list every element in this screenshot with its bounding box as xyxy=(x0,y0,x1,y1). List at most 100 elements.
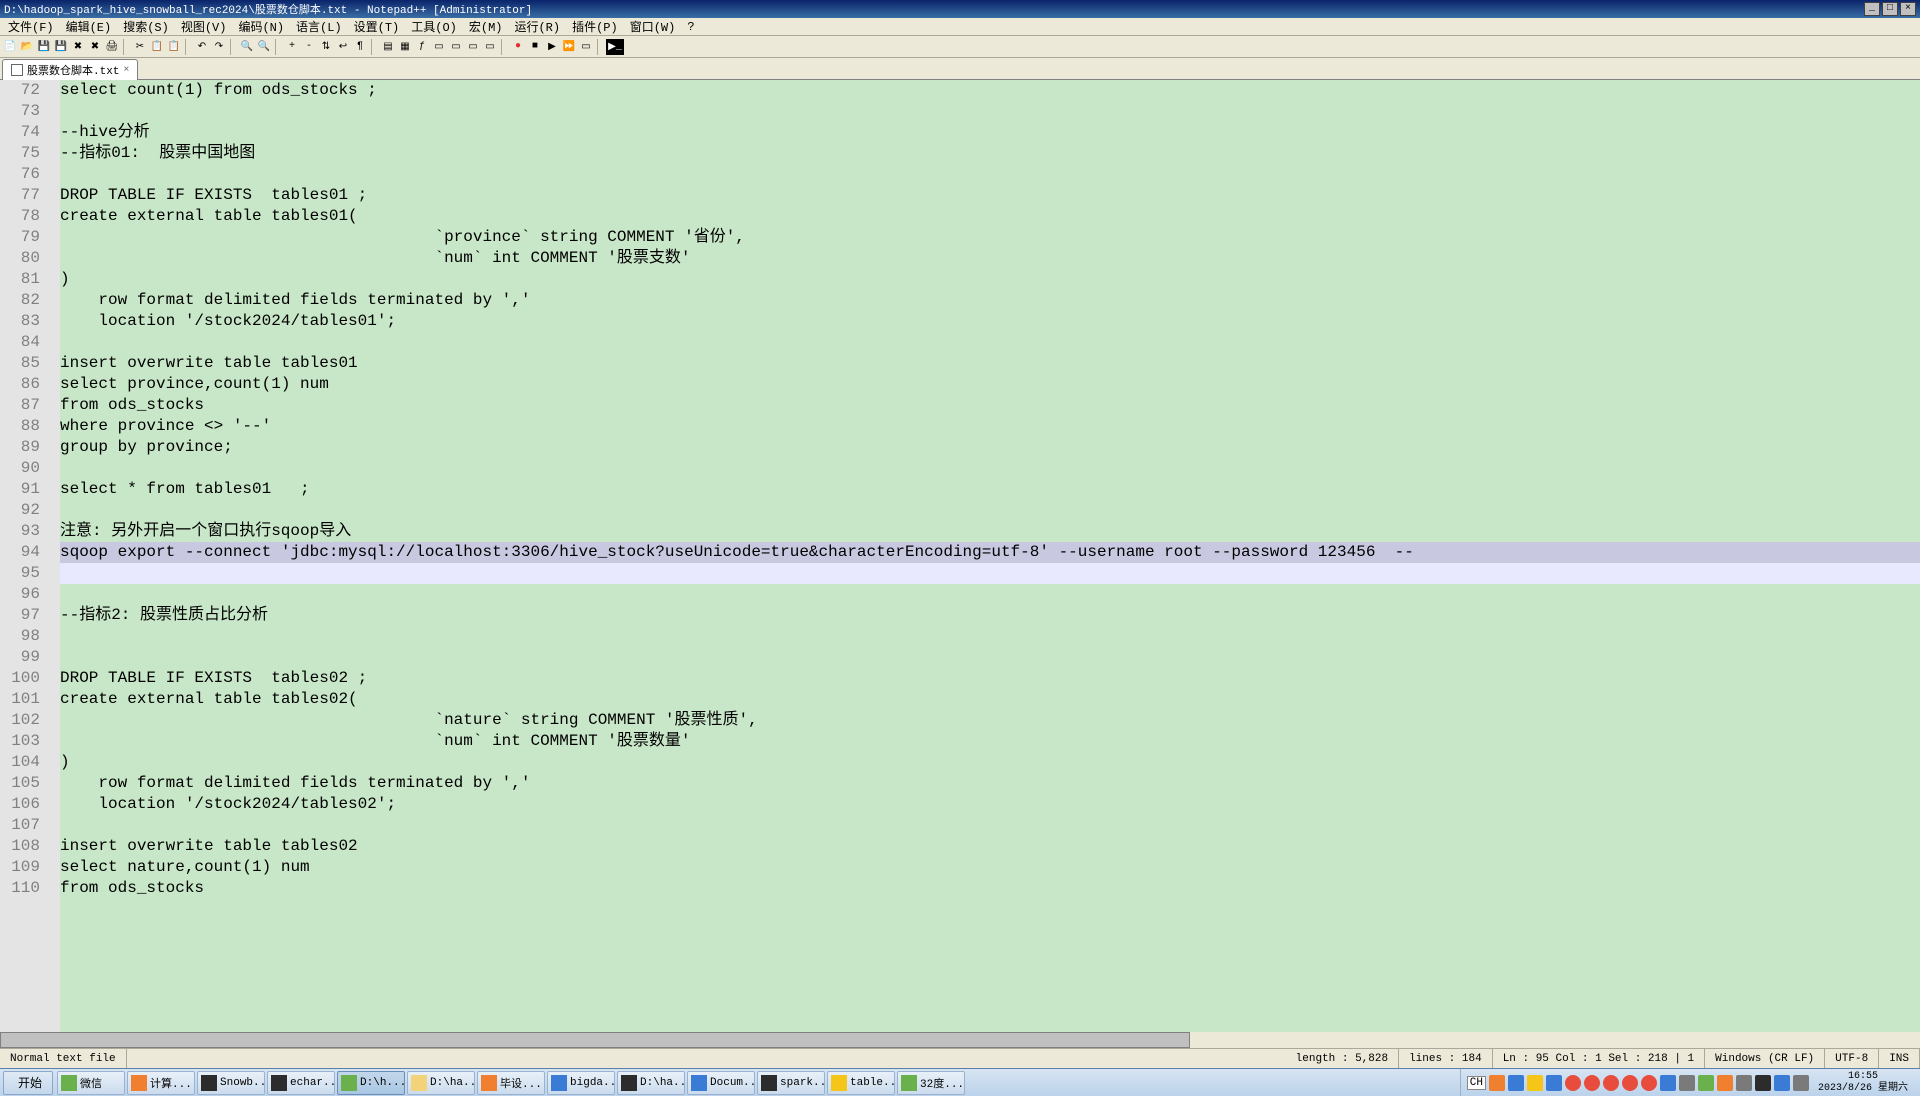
tray-icon[interactable] xyxy=(1736,1075,1752,1091)
show-chars-icon[interactable]: ¶ xyxy=(352,39,368,55)
tray-icon[interactable] xyxy=(1774,1075,1790,1091)
tray-qq-icon[interactable] xyxy=(1603,1075,1619,1091)
code-line[interactable] xyxy=(60,500,1920,521)
code-line[interactable]: row format delimited fields terminated b… xyxy=(60,290,1920,311)
close-all-icon[interactable]: ✖ xyxy=(87,39,103,55)
code-line[interactable]: group by province; xyxy=(60,437,1920,458)
code-line[interactable]: select * from tables01 ; xyxy=(60,479,1920,500)
taskbar-button[interactable]: echar... xyxy=(267,1071,335,1095)
code-line[interactable] xyxy=(60,101,1920,122)
start-button[interactable]: 开始 xyxy=(3,1071,53,1095)
code-line[interactable]: select nature,count(1) num xyxy=(60,857,1920,878)
tray-icon[interactable] xyxy=(1546,1075,1562,1091)
code-line[interactable] xyxy=(60,626,1920,647)
tray-icon[interactable] xyxy=(1698,1075,1714,1091)
sync-scroll-icon[interactable]: ⇅ xyxy=(318,39,334,55)
play-multi-icon[interactable]: ⏩ xyxy=(561,39,577,55)
code-line[interactable]: from ods_stocks xyxy=(60,395,1920,416)
text-editor[interactable]: select count(1) from ods_stocks ;--hive分… xyxy=(60,80,1920,1032)
menu-item[interactable]: 编辑(E) xyxy=(60,18,118,35)
taskbar-button[interactable]: 毕设... xyxy=(477,1071,545,1095)
doc-map-icon[interactable]: ▭ xyxy=(431,39,447,55)
undo-icon[interactable]: ↶ xyxy=(194,39,210,55)
horizontal-scrollbar[interactable] xyxy=(0,1032,1920,1048)
code-line[interactable] xyxy=(60,332,1920,353)
tray-qq-icon[interactable] xyxy=(1565,1075,1581,1091)
find-icon[interactable]: 🔍 xyxy=(239,39,255,55)
menu-item[interactable]: 插件(P) xyxy=(566,18,624,35)
play-macro-icon[interactable]: ▶ xyxy=(544,39,560,55)
menu-item[interactable]: 工具(O) xyxy=(405,18,463,35)
code-line[interactable]: select province,count(1) num xyxy=(60,374,1920,395)
maximize-button[interactable]: □ xyxy=(1882,2,1898,16)
code-line[interactable]: `num` int COMMENT '股票数量' xyxy=(60,731,1920,752)
tray-qq-icon[interactable] xyxy=(1641,1075,1657,1091)
replace-icon[interactable]: 🔍 xyxy=(256,39,272,55)
tray-icon[interactable] xyxy=(1679,1075,1695,1091)
code-line[interactable]: from ods_stocks xyxy=(60,878,1920,899)
code-line[interactable] xyxy=(60,584,1920,605)
zoom-out-icon[interactable]: - xyxy=(301,39,317,55)
code-line[interactable] xyxy=(60,815,1920,836)
code-line[interactable] xyxy=(60,458,1920,479)
ime-indicator[interactable]: CH xyxy=(1467,1076,1486,1090)
taskbar-button[interactable]: table... xyxy=(827,1071,895,1095)
tray-icon[interactable] xyxy=(1508,1075,1524,1091)
save-macro-icon[interactable]: ▭ xyxy=(578,39,594,55)
folding-margin[interactable] xyxy=(46,80,60,1032)
taskbar-button[interactable]: D:\ha... xyxy=(617,1071,685,1095)
stop-macro-icon[interactable]: ■ xyxy=(527,39,543,55)
cut-icon[interactable]: ✂ xyxy=(132,39,148,55)
taskbar-button[interactable]: D:\h... xyxy=(337,1071,405,1095)
taskbar-button[interactable]: spark... xyxy=(757,1071,825,1095)
copy-icon[interactable]: 📋 xyxy=(149,39,165,55)
paste-icon[interactable]: 📋 xyxy=(166,39,182,55)
code-line[interactable]: select count(1) from ods_stocks ; xyxy=(60,80,1920,101)
tool-icon[interactable]: ▭ xyxy=(465,39,481,55)
tray-icon[interactable] xyxy=(1717,1075,1733,1091)
code-line[interactable]: DROP TABLE IF EXISTS tables02 ; xyxy=(60,668,1920,689)
code-line[interactable]: --指标01: 股票中国地图 xyxy=(60,143,1920,164)
menu-item[interactable]: ? xyxy=(681,20,700,34)
code-line[interactable]: `province` string COMMENT '省份', xyxy=(60,227,1920,248)
tray-icon[interactable] xyxy=(1660,1075,1676,1091)
tray-volume-icon[interactable] xyxy=(1793,1075,1809,1091)
code-line[interactable]: --指标2: 股票性质占比分析 xyxy=(60,605,1920,626)
menu-item[interactable]: 窗口(W) xyxy=(624,18,682,35)
menu-item[interactable]: 搜索(S) xyxy=(117,18,175,35)
code-line[interactable]: ) xyxy=(60,269,1920,290)
code-line[interactable]: `nature` string COMMENT '股票性质', xyxy=(60,710,1920,731)
zoom-in-icon[interactable]: + xyxy=(284,39,300,55)
open-file-icon[interactable]: 📂 xyxy=(19,39,35,55)
taskbar-button[interactable]: D:\ha... xyxy=(407,1071,475,1095)
minimize-button[interactable]: _ xyxy=(1864,2,1880,16)
fold-icon[interactable]: ▦ xyxy=(397,39,413,55)
code-line[interactable] xyxy=(60,563,1920,584)
scroll-thumb[interactable] xyxy=(0,1032,1190,1048)
code-line[interactable]: DROP TABLE IF EXISTS tables01 ; xyxy=(60,185,1920,206)
code-line[interactable]: sqoop export --connect 'jdbc:mysql://loc… xyxy=(60,542,1920,563)
print-icon[interactable]: 🖨 xyxy=(104,39,120,55)
file-tab[interactable]: 股票数仓脚本.txt × xyxy=(2,59,138,80)
tray-icon[interactable] xyxy=(1489,1075,1505,1091)
menu-item[interactable]: 语言(L) xyxy=(290,18,348,35)
save-icon[interactable]: 💾 xyxy=(36,39,52,55)
menu-item[interactable]: 运行(R) xyxy=(508,18,566,35)
tray-qq-icon[interactable] xyxy=(1622,1075,1638,1091)
close-tab-icon[interactable]: × xyxy=(123,65,129,76)
record-macro-icon[interactable]: ● xyxy=(510,39,526,55)
code-line[interactable]: where province <> '--' xyxy=(60,416,1920,437)
menu-item[interactable]: 设置(T) xyxy=(348,18,406,35)
function-list-icon[interactable]: ƒ xyxy=(414,39,430,55)
taskbar-button[interactable]: bigda... xyxy=(547,1071,615,1095)
code-line[interactable] xyxy=(60,164,1920,185)
menu-item[interactable]: 视图(V) xyxy=(175,18,233,35)
redo-icon[interactable]: ↷ xyxy=(211,39,227,55)
taskbar-button[interactable]: Docum... xyxy=(687,1071,755,1095)
tray-icon[interactable] xyxy=(1527,1075,1543,1091)
new-file-icon[interactable]: 📄 xyxy=(2,39,18,55)
code-line[interactable] xyxy=(60,647,1920,668)
menu-item[interactable]: 宏(M) xyxy=(463,18,509,35)
menu-item[interactable]: 编码(N) xyxy=(232,18,290,35)
taskbar-button[interactable]: 32度... xyxy=(897,1071,965,1095)
